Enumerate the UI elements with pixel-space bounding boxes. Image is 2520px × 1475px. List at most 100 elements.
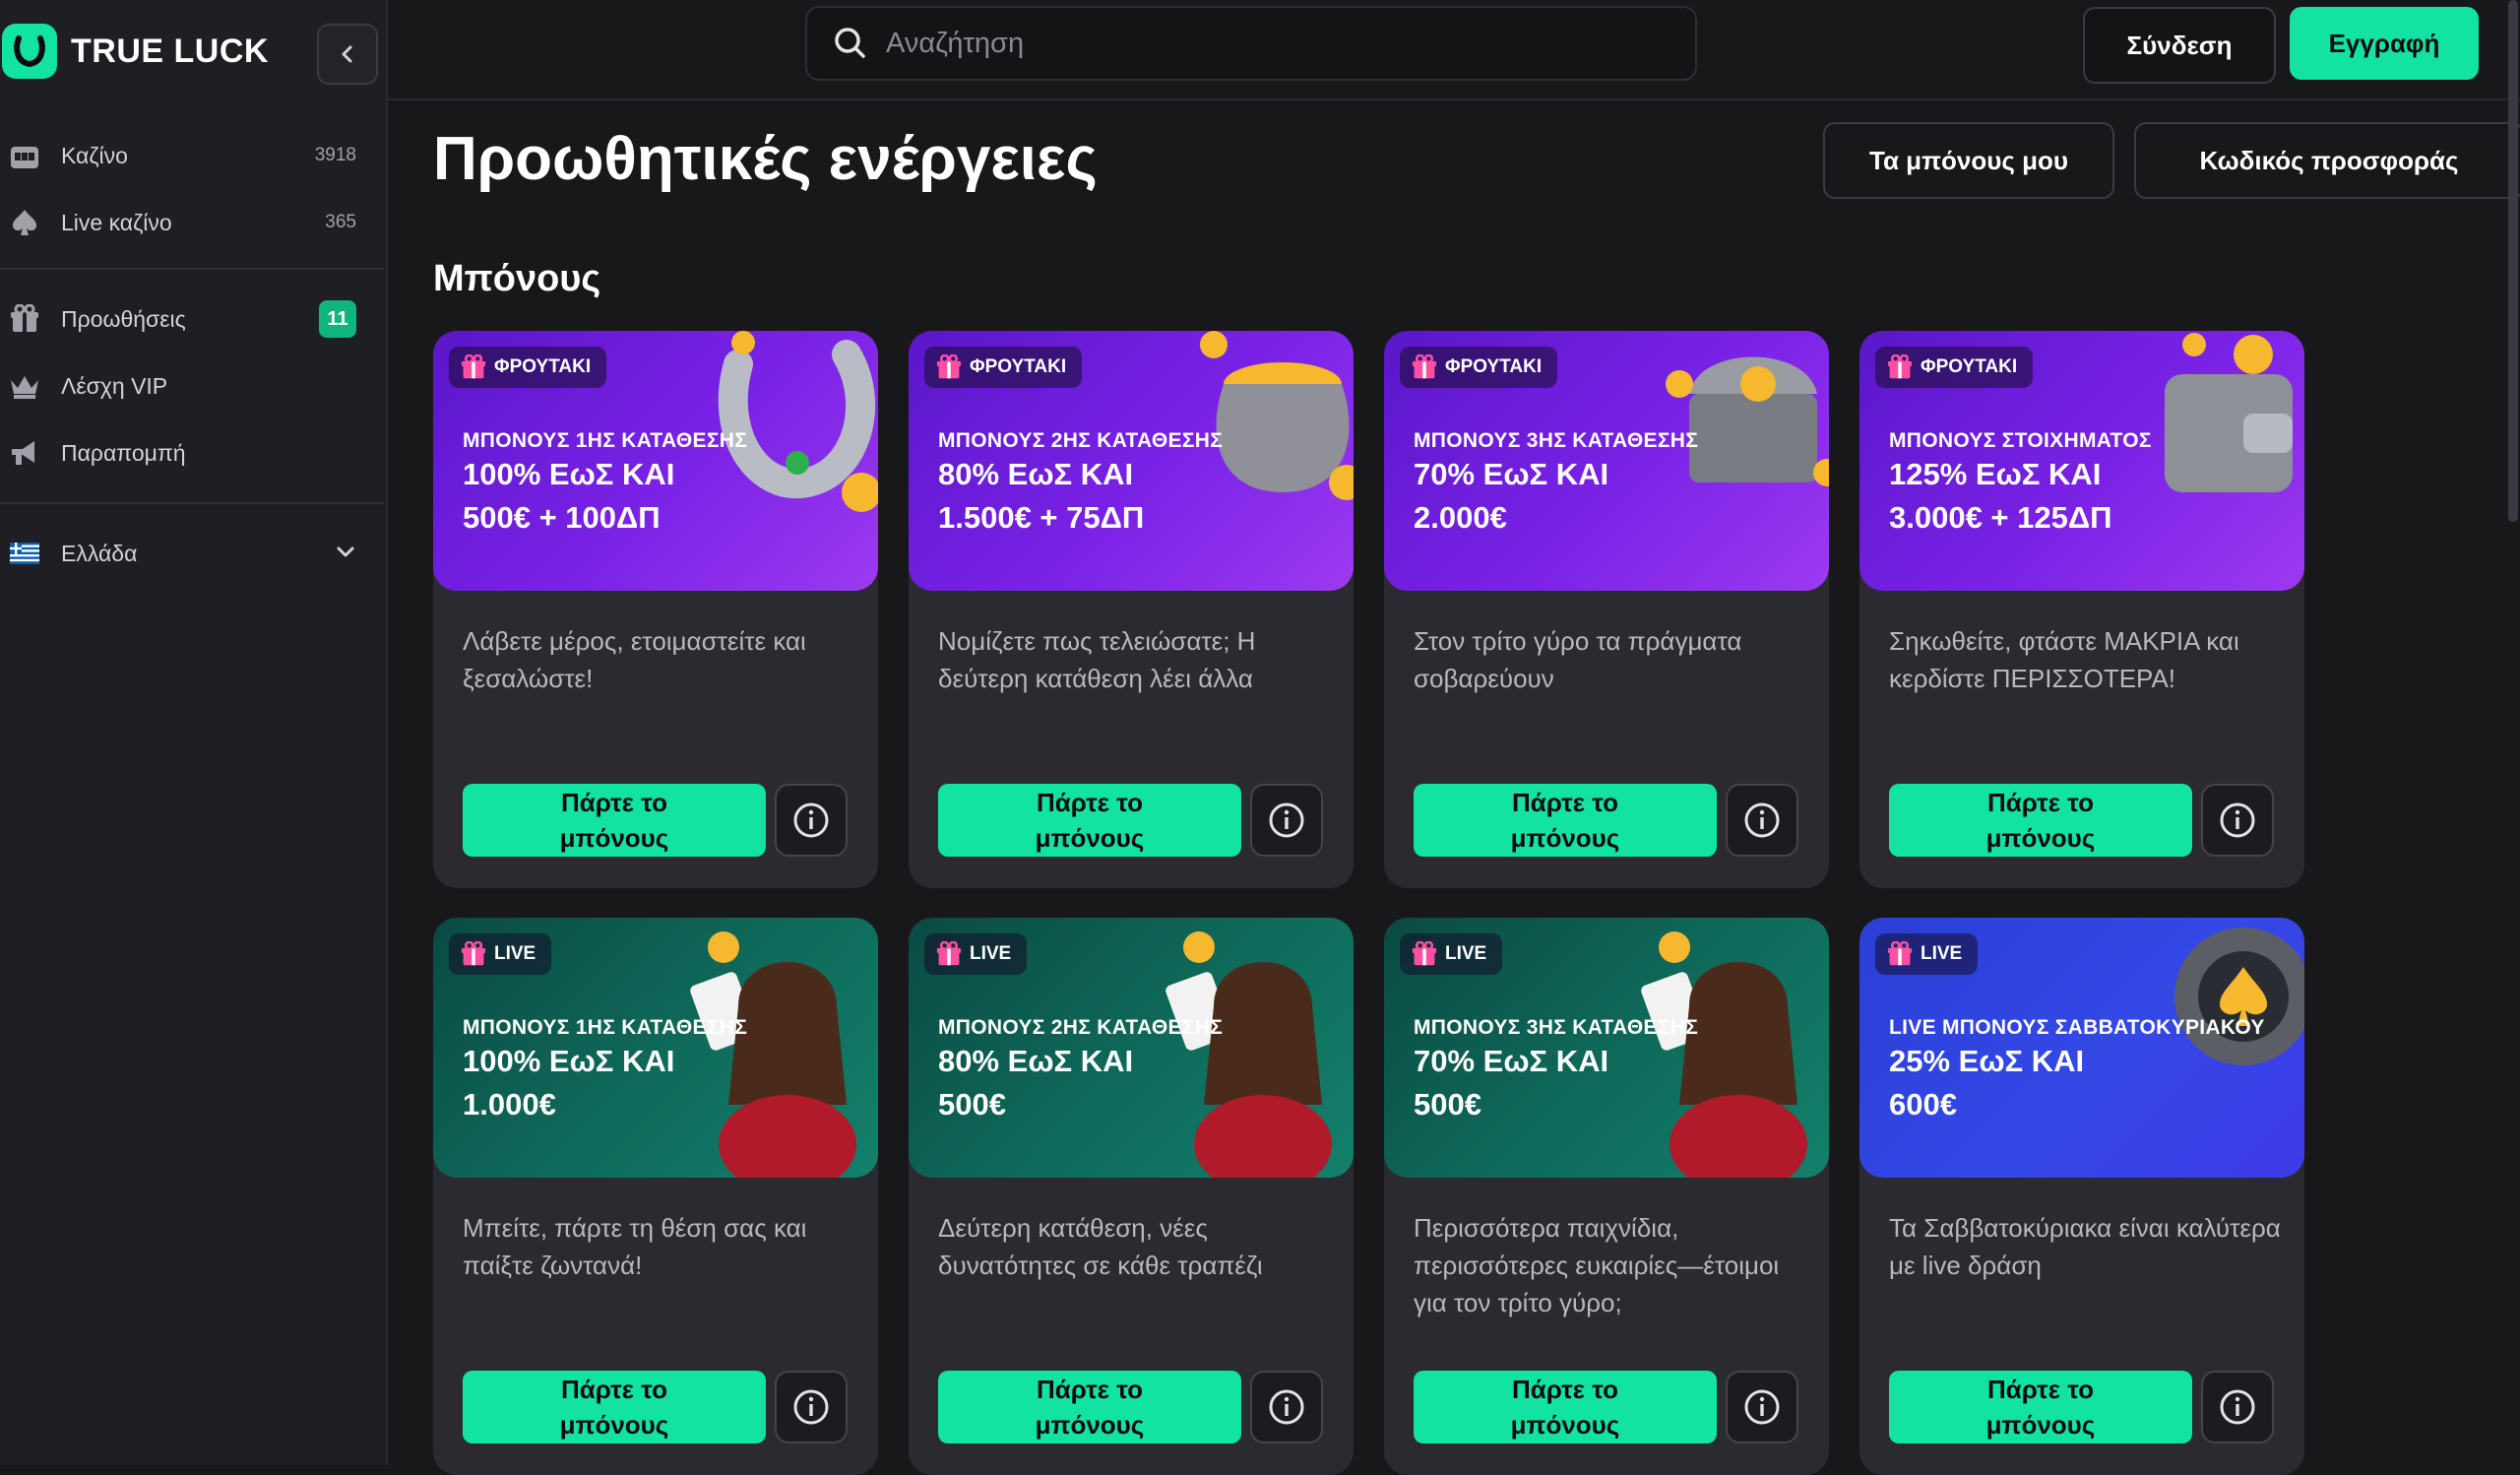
- bonus-headline: 80% ΕωΣ ΚΑΙ: [938, 1044, 1134, 1078]
- bonus-info-button[interactable]: [1250, 1371, 1323, 1443]
- gift-icon: [8, 302, 41, 336]
- sidebar-item-count: 365: [325, 212, 356, 232]
- sidebar-item-label: Λέσχη VIP: [61, 372, 168, 399]
- category-tag: LIVE: [1875, 933, 1979, 975]
- search-bar[interactable]: [805, 6, 1697, 81]
- bonus-description: Μπείτε, πάρτε τη θέση σας και παίξτε ζων…: [463, 1213, 807, 1280]
- sidebar-item-promotions[interactable]: Προωθήσεις 11: [0, 289, 386, 349]
- promotions-count-badge: 11: [319, 300, 356, 338]
- bonus-headline: 125% ΕωΣ ΚΑΙ: [1889, 457, 2102, 491]
- claim-bonus-button[interactable]: Πάρτε το μπόνους: [1414, 784, 1717, 857]
- category-tag: ΦΡΟΥΤΑΚΙ: [1875, 347, 2034, 388]
- claim-bonus-label: Πάρτε το μπόνους: [1510, 788, 1620, 853]
- info-icon: [1269, 1389, 1304, 1425]
- claim-bonus-label: Πάρτε το μπόνους: [1510, 1375, 1620, 1440]
- category-tag-label: LIVE: [494, 943, 536, 964]
- sidebar-item-referral[interactable]: Παραπομπή: [0, 423, 386, 482]
- sidebar-item-vip-club[interactable]: Λέσχη VIP: [0, 356, 386, 416]
- bonus-info-button[interactable]: [1726, 1371, 1798, 1443]
- bonus-info-button[interactable]: [1726, 784, 1798, 857]
- my-bonuses-button[interactable]: Τα μπόνους μου: [1823, 122, 2114, 199]
- bonus-headline: 25% ΕωΣ ΚΑΙ: [1889, 1044, 2085, 1078]
- info-icon: [1269, 802, 1304, 838]
- bonus-card[interactable]: LIVE ΜΠΟΝΟΥΣ 3ΗΣ ΚΑΤΑΘΕΣΗΣ 70% ΕωΣ ΚΑΙ 500€…: [1384, 918, 1829, 1475]
- bonus-amount: 500€ + 100ΔΠ: [463, 500, 661, 535]
- bonus-info-button[interactable]: [775, 784, 848, 857]
- scrollbar[interactable]: [2508, 0, 2518, 522]
- bonus-card[interactable]: LIVE ΜΠΟΝΟΥΣ 1ΗΣ ΚΑΤΑΘΕΣΗΣ 100% ΕωΣ ΚΑΙ 1.0…: [433, 918, 878, 1475]
- claim-bonus-label: Πάρτε το μπόνους: [1985, 788, 2096, 853]
- bonus-banner[interactable]: LIVE ΜΠΟΝΟΥΣ 3ΗΣ ΚΑΤΑΘΕΣΗΣ 70% ΕωΣ ΚΑΙ 500€: [1384, 918, 1829, 1178]
- dealer-art: [690, 931, 856, 1178]
- gift-icon: [936, 941, 962, 966]
- bonus-description: Νομίζετε πως τελειώσατε; Η δεύτερη κατάθ…: [938, 626, 1256, 693]
- bonus-info-button[interactable]: [1250, 784, 1323, 857]
- gift-icon: [1887, 354, 1913, 379]
- bonus-banner[interactable]: ΦΡΟΥΤΑΚΙ ΜΠΟΝΟΥΣ ΣΤΟΙΧΗΜΑΤΟΣ 125% ΕωΣ ΚΑΙ 3…: [1859, 331, 2304, 591]
- bonus-amount: 500€: [938, 1087, 1006, 1122]
- category-tag-label: ΦΡΟΥΤΑΚΙ: [1445, 356, 1543, 377]
- info-icon: [1744, 802, 1780, 838]
- claim-bonus-button[interactable]: Πάρτε το μπόνους: [1889, 784, 2192, 857]
- greece-flag-icon: [8, 537, 41, 570]
- chevron-left-icon: [342, 45, 352, 63]
- category-tag-label: ΦΡΟΥΤΑΚΙ: [1921, 356, 2018, 377]
- coin-pot-art: [1200, 331, 1354, 500]
- register-button[interactable]: Εγγραφή: [2290, 7, 2479, 80]
- bonus-card[interactable]: ΦΡΟΥΤΑΚΙ ΜΠΟΝΟΥΣ ΣΤΟΙΧΗΜΑΤΟΣ 125% ΕωΣ ΚΑΙ 3…: [1859, 331, 2304, 888]
- dealer-art: [1166, 931, 1332, 1178]
- claim-bonus-button[interactable]: Πάρτε το μπόνους: [938, 1371, 1241, 1443]
- category-tag: ΦΡΟΥΤΑΚΙ: [1400, 347, 1558, 388]
- bonus-card[interactable]: ΦΡΟΥΤΑΚΙ ΜΠΟΝΟΥΣ 3ΗΣ ΚΑΤΑΘΕΣΗΣ 70% ΕωΣ ΚΑΙ…: [1384, 331, 1829, 888]
- login-button[interactable]: Σύνδεση: [2083, 7, 2276, 84]
- wallet-art: [2165, 333, 2293, 492]
- bonus-headline: 70% ΕωΣ ΚΑΙ: [1414, 457, 1609, 491]
- bonus-banner[interactable]: ΦΡΟΥΤΑΚΙ ΜΠΟΝΟΥΣ 1ΗΣ ΚΑΤΑΘΕΣΗΣ 100% ΕωΣ ΚΑ…: [433, 331, 878, 591]
- category-tag: LIVE: [1400, 933, 1503, 975]
- horseshoe-art: [718, 331, 878, 512]
- category-tag-label: ΦΡΟΥΤΑΚΙ: [494, 356, 592, 377]
- bonus-info-button[interactable]: [2201, 784, 2274, 857]
- bonus-info-button[interactable]: [775, 1371, 848, 1443]
- bonus-card[interactable]: LIVE LIVE ΜΠΟΝΟΥΣ ΣΑΒΒΑΤΟΚΥΡΙΑΚΟΥ 25% ΕωΣ …: [1859, 918, 2304, 1475]
- country-label: Ελλάδα: [61, 540, 138, 566]
- bonus-amount: 500€: [1414, 1087, 1481, 1122]
- sidebar-item-label: Παραπομπή: [61, 439, 186, 466]
- logo[interactable]: TRUE LUCK: [2, 24, 269, 79]
- bonus-banner[interactable]: LIVE ΜΠΟΝΟΥΣ 2ΗΣ ΚΑΤΑΘΕΣΗΣ 80% ΕωΣ ΚΑΙ 500€: [909, 918, 1354, 1178]
- bonus-card[interactable]: LIVE ΜΠΟΝΟΥΣ 2ΗΣ ΚΑΤΑΘΕΣΗΣ 80% ΕωΣ ΚΑΙ 500€…: [909, 918, 1354, 1475]
- promo-code-button[interactable]: Κωδικός προσφοράς: [2134, 122, 2520, 199]
- claim-bonus-label: Πάρτε το μπόνους: [1035, 1375, 1145, 1440]
- claim-bonus-button[interactable]: Πάρτε το μπόνους: [1889, 1371, 2192, 1443]
- bonus-banner[interactable]: LIVE ΜΠΟΝΟΥΣ 1ΗΣ ΚΑΤΑΘΕΣΗΣ 100% ΕωΣ ΚΑΙ 1.0…: [433, 918, 878, 1178]
- bonus-card[interactable]: ΦΡΟΥΤΑΚΙ ΜΠΟΝΟΥΣ 1ΗΣ ΚΑΤΑΘΕΣΗΣ 100% ΕωΣ ΚΑ…: [433, 331, 878, 888]
- bonus-info-button[interactable]: [2201, 1371, 2274, 1443]
- bonus-banner[interactable]: ΦΡΟΥΤΑΚΙ ΜΠΟΝΟΥΣ 2ΗΣ ΚΑΤΑΘΕΣΗΣ 80% ΕωΣ ΚΑΙ…: [909, 331, 1354, 591]
- collapse-sidebar-button[interactable]: [317, 24, 378, 85]
- claim-bonus-button[interactable]: Πάρτε το μπόνους: [938, 784, 1241, 857]
- claim-bonus-button[interactable]: Πάρτε το μπόνους: [1414, 1371, 1717, 1443]
- sidebar-item-label: Καζίνο: [61, 142, 128, 168]
- bonus-description: Δεύτερη κατάθεση, νέες δυνατότητες σε κά…: [938, 1213, 1263, 1280]
- country-selector[interactable]: Ελλάδα: [0, 524, 386, 583]
- sidebar-item-casino[interactable]: Καζίνο 3918: [0, 126, 386, 185]
- search-input[interactable]: [884, 26, 1675, 61]
- sidebar-item-live-casino[interactable]: Live καζίνο 365: [0, 193, 386, 252]
- category-tag: LIVE: [924, 933, 1028, 975]
- slot-machine-icon: [8, 139, 41, 172]
- category-tag-label: LIVE: [1921, 943, 1963, 964]
- bonus-card[interactable]: ΦΡΟΥΤΑΚΙ ΜΠΟΝΟΥΣ 2ΗΣ ΚΑΤΑΘΕΣΗΣ 80% ΕωΣ ΚΑΙ…: [909, 331, 1354, 888]
- info-icon: [2220, 802, 2255, 838]
- category-tag-label: LIVE: [970, 943, 1012, 964]
- category-tag: LIVE: [449, 933, 552, 975]
- treasure-chest-art: [1666, 356, 1829, 486]
- section-title: Μπόνους: [433, 258, 601, 299]
- claim-bonus-button[interactable]: Πάρτε το μπόνους: [463, 1371, 766, 1443]
- claim-bonus-button[interactable]: Πάρτε το μπόνους: [463, 784, 766, 857]
- top-bar: Σύνδεση Εγγραφή: [388, 0, 2520, 100]
- bonus-headline: 100% ΕωΣ ΚΑΙ: [463, 1044, 675, 1078]
- bonus-banner[interactable]: ΦΡΟΥΤΑΚΙ ΜΠΟΝΟΥΣ 3ΗΣ ΚΑΤΑΘΕΣΗΣ 70% ΕωΣ ΚΑΙ…: [1384, 331, 1829, 591]
- info-icon: [793, 1389, 829, 1425]
- poker-chip-art: [2174, 928, 2304, 1065]
- bonus-banner[interactable]: LIVE LIVE ΜΠΟΝΟΥΣ ΣΑΒΒΑΤΟΚΥΡΙΑΚΟΥ 25% ΕωΣ …: [1859, 918, 2304, 1178]
